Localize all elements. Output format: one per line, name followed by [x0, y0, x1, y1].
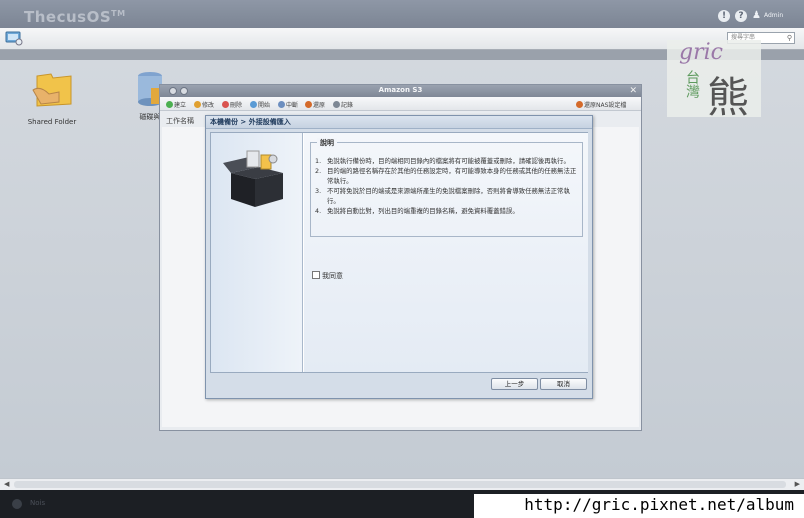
- desktop-item-label: Shared Folder: [27, 118, 77, 126]
- toolbar-start-button[interactable]: 開始: [250, 100, 270, 109]
- alert-icon[interactable]: !: [718, 10, 730, 22]
- watermark-url: http://gric.pixnet.net/album: [474, 494, 804, 518]
- stop-icon: [278, 101, 285, 108]
- toolbar-restore-button[interactable]: 還原: [305, 100, 325, 109]
- horizontal-scrollbar[interactable]: ◀ ▶: [0, 478, 804, 490]
- agree-checkbox-row[interactable]: 我同意: [312, 271, 343, 281]
- watermark-bear: 熊: [707, 73, 750, 122]
- window-titlebar[interactable]: Amazon S3 ✕: [160, 85, 641, 97]
- add-icon: [166, 101, 173, 108]
- window-title: Amazon S3: [378, 86, 423, 94]
- list-item: 2. 目的端的路徑名稱存在於其他的任務設定時，有可能導致本身的任務或其他的任務無法…: [315, 167, 577, 185]
- dialog-body: 說明 1. 免說執行備份時，目的端相同目錄內的檔案將有可能被覆蓋或刪除，請確認後再…: [210, 132, 588, 373]
- list-item: 1. 免說執行備份時，目的端相同目錄內的檔案將有可能被覆蓋或刪除，請確認後再執行。: [315, 157, 570, 165]
- scroll-right-icon[interactable]: ▶: [795, 480, 800, 488]
- window-toolbar: 建立 修改 刪除 開始 中斷 還原 記錄 還原NAS設定檔: [160, 97, 641, 111]
- wizard-dialog: 本機備份 > 外接設備匯入 說明 1. 免說執行備份時，目的端相同目錄內的檔案將有…: [205, 115, 593, 399]
- control-panel-icon[interactable]: [5, 30, 23, 46]
- watermark-taiwan: 台灣: [684, 70, 700, 98]
- description-legend: 說明: [317, 138, 337, 148]
- app-logo: ThecusOSTM: [24, 8, 126, 26]
- desktop-item-shared-folder[interactable]: Shared Folder: [24, 68, 80, 126]
- restore-nas-icon: [576, 101, 583, 108]
- toolbar-delete-button[interactable]: 刪除: [222, 100, 242, 109]
- list-item: 3. 不可將免說於目的端或是來源端所產生的免說檔案刪除，否則將會導致任務無法正常執…: [315, 187, 570, 205]
- box-illustration: [223, 150, 283, 207]
- description-fieldset: 說明 1. 免說執行備份時，目的端相同目錄內的檔案將有可能被覆蓋或刪除，請確認後再…: [310, 138, 583, 237]
- search-icon[interactable]: ⚲: [787, 33, 792, 43]
- log-icon: [333, 101, 340, 108]
- delete-icon: [222, 101, 229, 108]
- play-icon: [250, 101, 257, 108]
- column-header-task-name[interactable]: 工作名稱: [162, 115, 206, 127]
- toolbar-restore-nas-button[interactable]: 還原NAS設定檔: [576, 100, 626, 109]
- help-icon[interactable]: ?: [735, 10, 747, 22]
- prev-button[interactable]: 上一步: [491, 378, 538, 390]
- restore-icon: [305, 101, 312, 108]
- watermark-gric: gric: [679, 40, 723, 65]
- agree-label: 我同意: [322, 272, 343, 280]
- watermark: gric 台灣 熊: [667, 40, 761, 122]
- shared-folder-icon: [32, 73, 72, 107]
- description-list: 1. 免說執行備份時，目的端相同目錄內的檔案將有可能被覆蓋或刪除，請確認後再執行。…: [315, 156, 579, 216]
- toolbar-log-button[interactable]: 記錄: [333, 100, 353, 109]
- user-icon[interactable]: ♟: [752, 10, 761, 22]
- close-icon[interactable]: ✕: [629, 85, 637, 97]
- status-icon: [12, 499, 22, 509]
- scroll-left-icon[interactable]: ◀: [4, 480, 9, 488]
- list-item: 4. 免說將自動比對，列出目的端重複的目錄名稱，避免資料覆蓋錯誤。: [315, 207, 519, 215]
- scroll-thumb[interactable]: [14, 481, 786, 488]
- agree-checkbox[interactable]: [312, 271, 320, 279]
- cancel-button[interactable]: 取消: [540, 378, 587, 390]
- top-bar: ThecusOSTM ! ? ♟ Admin: [0, 0, 804, 28]
- dialog-title: 本機備份 > 外接設備匯入: [206, 116, 592, 129]
- bottom-status-text: Nois: [30, 499, 46, 507]
- toolbar-create-button[interactable]: 建立: [166, 100, 186, 109]
- edit-icon: [194, 101, 201, 108]
- wizard-side-panel: [211, 133, 303, 372]
- toolbar-edit-button[interactable]: 修改: [194, 100, 214, 109]
- wizard-content: 說明 1. 免說執行備份時，目的端相同目錄內的檔案將有可能被覆蓋或刪除，請確認後再…: [304, 133, 588, 372]
- toolbar-stop-button[interactable]: 中斷: [278, 100, 298, 109]
- user-name[interactable]: Admin: [764, 12, 783, 19]
